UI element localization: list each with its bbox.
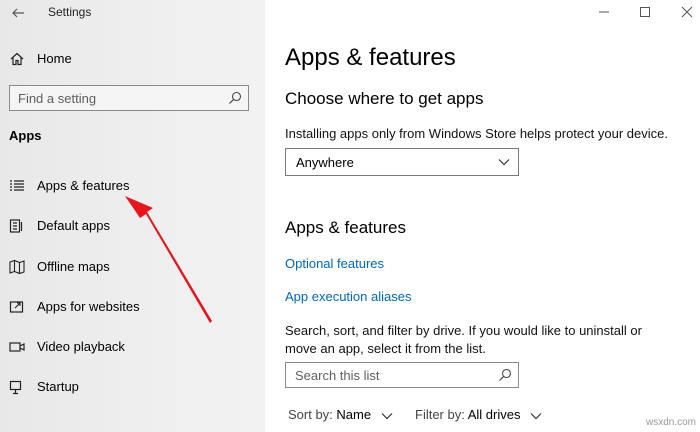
search-icon[interactable] (498, 368, 512, 382)
page-title: Apps & features (285, 44, 456, 71)
startup-icon (9, 380, 22, 395)
default-apps-icon (9, 219, 23, 233)
chevron-down-icon (498, 159, 510, 166)
search-list-input[interactable] (295, 366, 490, 384)
window-title: Settings (48, 5, 92, 19)
choose-description: Installing apps only from Windows Store … (285, 126, 668, 141)
dropdown-value: Anywhere (296, 155, 354, 170)
optional-features-link[interactable]: Optional features (285, 256, 384, 271)
sidebar-item-label: Apps for websites (37, 299, 140, 314)
link-window-icon (9, 301, 24, 313)
filter-key: Filter by: (415, 407, 465, 422)
video-icon (9, 342, 25, 352)
chevron-down-icon (381, 412, 393, 419)
sidebar-item-label: Video playback (37, 339, 125, 354)
back-arrow-icon[interactable] (10, 5, 26, 21)
sidebar-item-label: Offline maps (37, 259, 110, 274)
sidebar-item-startup[interactable]: Startup (0, 373, 265, 401)
filter-value: All drives (467, 407, 521, 422)
main-content: Apps & features Choose where to get apps… (265, 0, 700, 432)
sidebar-item-video-playback[interactable]: Video playback (0, 333, 265, 361)
app-source-dropdown[interactable]: Anywhere (285, 148, 519, 176)
search-list-box (285, 362, 519, 388)
sidebar-item-label: Apps & features (37, 178, 130, 193)
list-icon (10, 180, 24, 191)
chevron-down-icon (530, 412, 542, 419)
app-execution-aliases-link[interactable]: App execution aliases (285, 289, 411, 304)
sort-key: Sort by: (288, 407, 333, 422)
sidebar-item-default-apps[interactable]: Default apps (0, 212, 265, 240)
home-icon (10, 52, 24, 66)
sidebar-item-label: Default apps (37, 218, 110, 233)
home-label: Home (37, 51, 72, 66)
filter-by-dropdown[interactable]: Filter by: All drives (415, 407, 542, 422)
map-icon (9, 259, 25, 275)
sidebar-item-offline-maps[interactable]: Offline maps (0, 253, 265, 281)
sidebar-item-apps-features[interactable]: Apps & features (0, 172, 265, 200)
find-setting-input[interactable] (18, 89, 218, 107)
search-icon[interactable] (228, 91, 242, 105)
sort-by-dropdown[interactable]: Sort by: Name (288, 407, 393, 422)
filter-description: Search, sort, and filter by drive. If yo… (285, 323, 642, 356)
sidebar-item-apps-for-websites[interactable]: Apps for websites (0, 293, 265, 321)
find-setting-box (9, 85, 249, 111)
apps-features-heading: Apps & features (285, 218, 406, 237)
sidebar: Settings Home Apps Apps & features Defau… (0, 0, 265, 432)
choose-heading: Choose where to get apps (285, 89, 484, 108)
sidebar-item-label: Startup (37, 379, 79, 394)
watermark: wsxdn.com (645, 417, 696, 428)
sort-value: Name (336, 407, 372, 422)
section-heading-apps: Apps (9, 128, 42, 143)
